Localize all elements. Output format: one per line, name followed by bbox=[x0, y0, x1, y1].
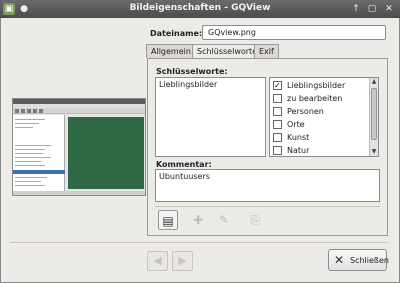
keyword-list-icon[interactable]: ▤ bbox=[158, 210, 178, 230]
image-preview bbox=[12, 98, 146, 196]
keywords-textarea[interactable]: Lieblingsbilder bbox=[155, 77, 266, 157]
divider bbox=[155, 206, 380, 207]
keywords-label: Schlüsselworte: bbox=[156, 67, 228, 76]
close-button[interactable]: ✕ Schließen bbox=[328, 249, 389, 271]
keyword-list-scrollbar[interactable]: ▲ ▼ bbox=[369, 78, 378, 156]
footer-divider bbox=[10, 242, 388, 243]
comment-textarea[interactable]: Ubuntuusers bbox=[155, 169, 380, 202]
checkbox[interactable] bbox=[273, 146, 282, 155]
window-titlebar[interactable]: ▣ ● Bildeigenschaften - GQView ↑ ▢ ✕ bbox=[0, 0, 400, 18]
close-button-label: Schließen bbox=[350, 256, 389, 265]
tab-allgemein[interactable]: Allgemein bbox=[146, 44, 196, 58]
close-x-icon: ✕ bbox=[334, 253, 345, 267]
checkbox[interactable] bbox=[273, 94, 282, 103]
forward-arrow-icon[interactable]: ▶ bbox=[172, 251, 193, 271]
checkbox[interactable] bbox=[273, 107, 282, 116]
tab-schluesselworte[interactable]: Schlüsselworte bbox=[192, 44, 263, 59]
scroll-up-arrow-icon[interactable]: ▲ bbox=[370, 78, 378, 86]
dateiname-input[interactable]: GQview.png bbox=[202, 25, 386, 40]
back-arrow-icon[interactable]: ◀ bbox=[147, 251, 168, 271]
checkbox[interactable] bbox=[273, 120, 282, 129]
close-icon[interactable]: ✕ bbox=[383, 3, 395, 15]
checkbox-checked[interactable]: ✓ bbox=[273, 81, 282, 90]
maximize-icon[interactable]: ▢ bbox=[366, 3, 378, 15]
tab-exif[interactable]: Exif bbox=[254, 44, 279, 58]
comment-label: Kommentar: bbox=[156, 160, 212, 169]
up-arrow-icon[interactable]: ↑ bbox=[350, 3, 362, 15]
window-title: Bildeigenschaften - GQView bbox=[129, 3, 271, 13]
checkbox[interactable] bbox=[273, 133, 282, 142]
keyword-checklist: ✓ Lieblingsbilder zu bearbeiten Personen… bbox=[269, 77, 379, 157]
paste-icon[interactable]: ⎘ bbox=[245, 210, 265, 230]
scroll-down-arrow-icon[interactable]: ▼ bbox=[370, 148, 378, 156]
edit-icon[interactable]: ✎ bbox=[214, 210, 234, 230]
scrollbar-thumb[interactable] bbox=[371, 88, 377, 140]
dateiname-label: Dateiname: bbox=[150, 29, 203, 38]
add-icon[interactable]: ✚ bbox=[188, 210, 208, 230]
